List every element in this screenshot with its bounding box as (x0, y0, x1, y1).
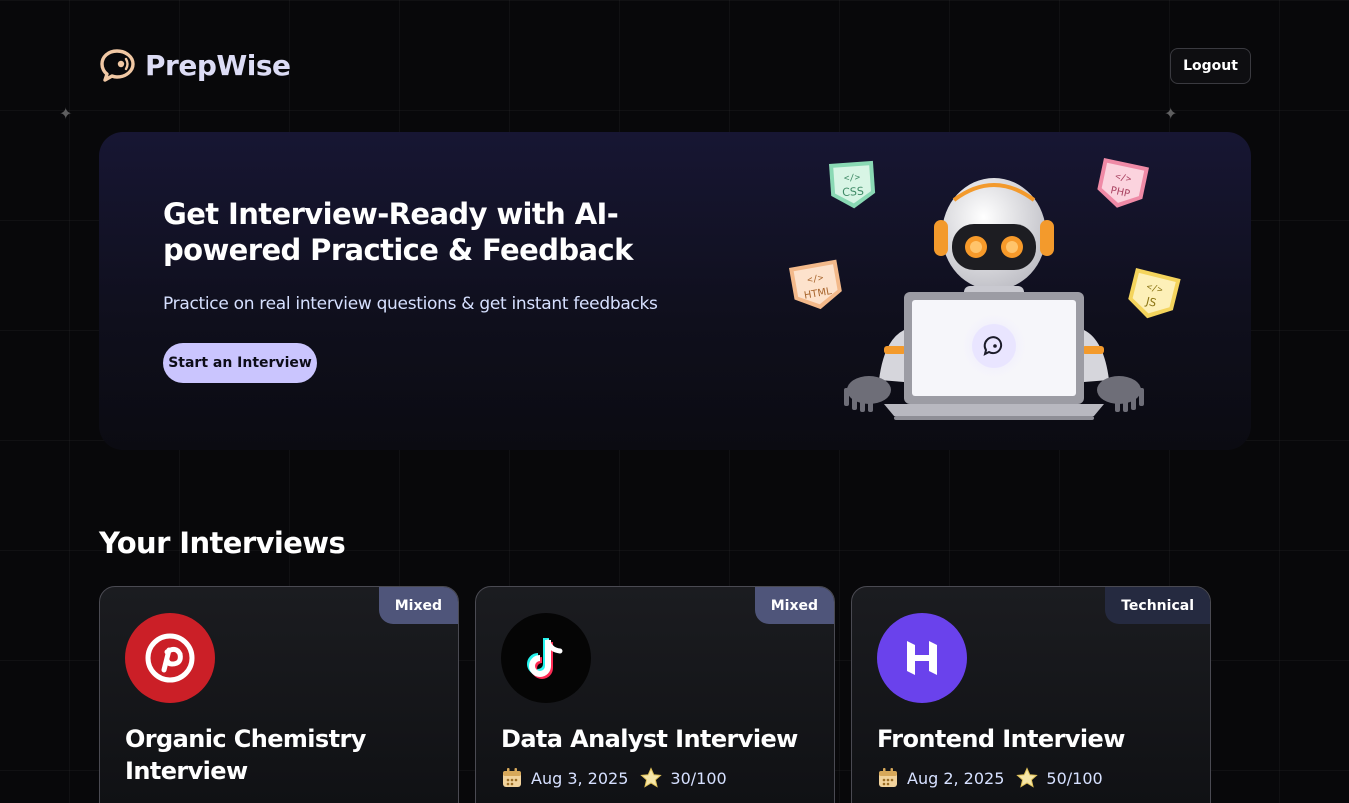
interview-date: Aug 3, 2025 (531, 768, 629, 788)
robot-illustration: CSS </> PHP </> HTML </> JS </> (789, 158, 1181, 420)
interview-type-badge: Technical (1105, 587, 1210, 624)
interview-score: 50/100 (1046, 768, 1103, 788)
calendar-icon (503, 768, 521, 787)
interview-score: 30/100 (670, 768, 727, 788)
interview-type-badge: Mixed (754, 587, 834, 624)
hero-banner: Get Interview-Ready with AI-powered Prac… (99, 132, 1251, 450)
interview-date: Aug 2, 2025 (907, 768, 1005, 788)
interview-type-badge: Mixed (378, 587, 458, 624)
interview-card[interactable]: Technical Frontend Interview Aug 2, 2025… (851, 586, 1211, 803)
php-tag-icon: PHP </> (1097, 158, 1149, 208)
star-icon (1016, 767, 1039, 788)
robot-left-hand (844, 376, 891, 412)
your-interviews-heading: Your Interviews (99, 526, 346, 560)
svg-text:CSS: CSS (842, 185, 865, 199)
sparkle-left: ✦ (59, 104, 73, 123)
interview-meta: Aug 2, 2025 50/100 (877, 767, 1103, 789)
hero-title: Get Interview-Ready with AI-powered Prac… (163, 197, 633, 267)
brand-name: PrepWise (145, 48, 291, 82)
sparkle-right: ✦ (1164, 104, 1178, 123)
js-tag-icon: JS </> (1128, 268, 1181, 319)
interview-card[interactable]: Mixed Organic Chemistry Interview (99, 586, 459, 803)
interview-title: Frontend Interview (877, 725, 1125, 753)
tiktok-logo-icon (501, 613, 591, 703)
interview-title: Data Analyst Interview (501, 725, 798, 753)
pinterest-logo-icon (125, 613, 215, 703)
logout-button[interactable]: Logout (1170, 48, 1251, 84)
svg-text:</>: </> (844, 173, 861, 184)
star-icon (640, 767, 663, 788)
interview-title: Organic Chemistry Interview (125, 725, 366, 785)
interview-card[interactable]: Mixed Data Analyst Interview Aug 3, 2025… (475, 586, 835, 803)
start-interview-button[interactable]: Start an Interview (163, 343, 317, 383)
robot-right-hand (1097, 376, 1144, 412)
top-navbar: PrepWise Logout (99, 48, 1251, 84)
chat-bubble-logo-icon (100, 49, 135, 82)
hostinger-logo-icon (877, 613, 967, 703)
hero-subtitle: Practice on real interview questions & g… (163, 294, 658, 314)
brand-logo[interactable]: PrepWise (99, 48, 291, 82)
css-tag-icon: CSS </> (829, 160, 876, 209)
html-tag-icon: HTML </> (789, 259, 842, 310)
interview-meta: Aug 3, 2025 30/100 (501, 767, 727, 789)
calendar-icon (879, 768, 897, 787)
